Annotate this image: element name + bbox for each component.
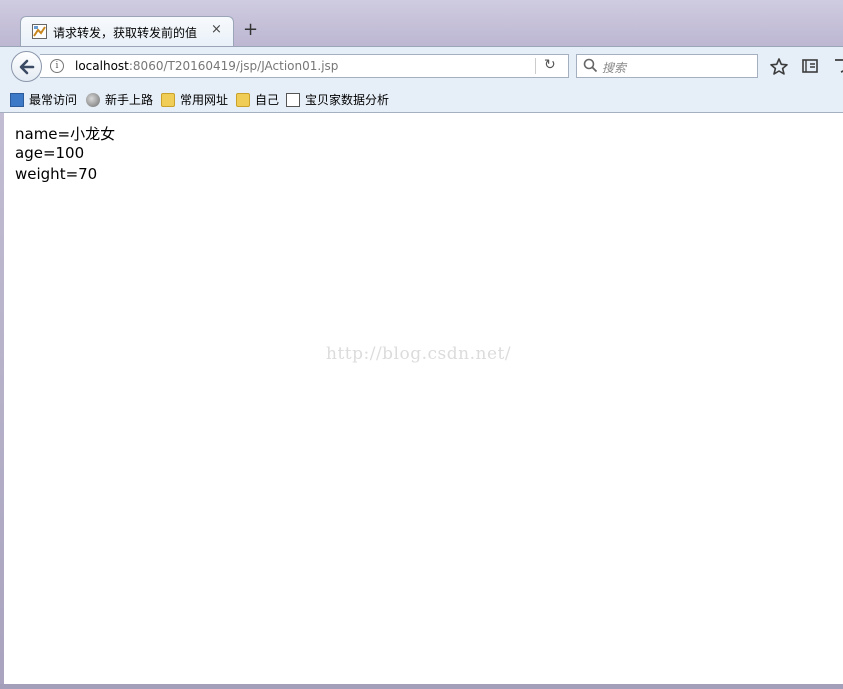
url-bar[interactable]: i localhost:8060/T20160419/jsp/JAction01…: [40, 54, 569, 78]
age-line: age=100: [15, 144, 85, 162]
url-divider: [535, 58, 536, 74]
image-icon: [286, 93, 300, 107]
tab-strip: 请求转发，获取转发前的值 × +: [0, 0, 843, 47]
url-path: :8060/T20160419/jsp/JAction01.jsp: [128, 59, 339, 73]
search-input[interactable]: 搜索: [602, 59, 626, 76]
new-tab-button[interactable]: +: [243, 20, 258, 40]
pocket-icon[interactable]: [833, 57, 843, 75]
watermark: http://blog.csdn.net/: [326, 344, 512, 364]
most-visited-icon: [10, 93, 24, 107]
name-line: name=小龙女: [15, 125, 116, 143]
page-favicon-icon: [32, 24, 47, 39]
bookmarks-bar: 最常访问 新手上路 常用网址 自己 宝贝家数据分析: [0, 87, 843, 113]
bookmark-most-visited[interactable]: 最常访问: [10, 91, 77, 108]
site-info-icon[interactable]: i: [50, 59, 64, 73]
folder-icon: [161, 93, 175, 107]
url-text[interactable]: localhost:8060/T20160419/jsp/JAction01.j…: [75, 59, 338, 73]
active-tab[interactable]: 请求转发，获取转发前的值 ×: [20, 16, 234, 47]
tab-close-icon[interactable]: ×: [211, 22, 222, 37]
reload-icon[interactable]: ↻: [544, 57, 556, 73]
search-icon: [583, 58, 598, 73]
weight-line: weight=70: [15, 165, 98, 183]
bookmark-baby-data-analysis[interactable]: 宝贝家数据分析: [286, 91, 389, 108]
browser-window: 请求转发，获取转发前的值 × + i localhost:8060/T20160…: [0, 0, 843, 689]
folder-icon: [236, 93, 250, 107]
url-host: localhost: [75, 59, 129, 73]
bookmark-getting-started[interactable]: 新手上路: [86, 91, 153, 108]
bookmark-common-sites[interactable]: 常用网址: [161, 91, 228, 108]
window-bottom-border: [0, 684, 843, 689]
navigation-bar: i localhost:8060/T20160419/jsp/JAction01…: [0, 46, 843, 88]
bookmark-star-icon[interactable]: [769, 57, 789, 77]
globe-icon: [86, 93, 100, 107]
bookmark-self[interactable]: 自己: [236, 91, 279, 108]
search-box[interactable]: 搜索: [576, 54, 758, 78]
page-content: name=小龙女 age=100 weight=70 http://blog.c…: [4, 113, 843, 684]
back-button[interactable]: [11, 51, 42, 82]
back-arrow-icon: [19, 59, 35, 75]
tab-title: 请求转发，获取转发前的值: [53, 26, 198, 40]
reading-list-icon[interactable]: [801, 57, 819, 75]
